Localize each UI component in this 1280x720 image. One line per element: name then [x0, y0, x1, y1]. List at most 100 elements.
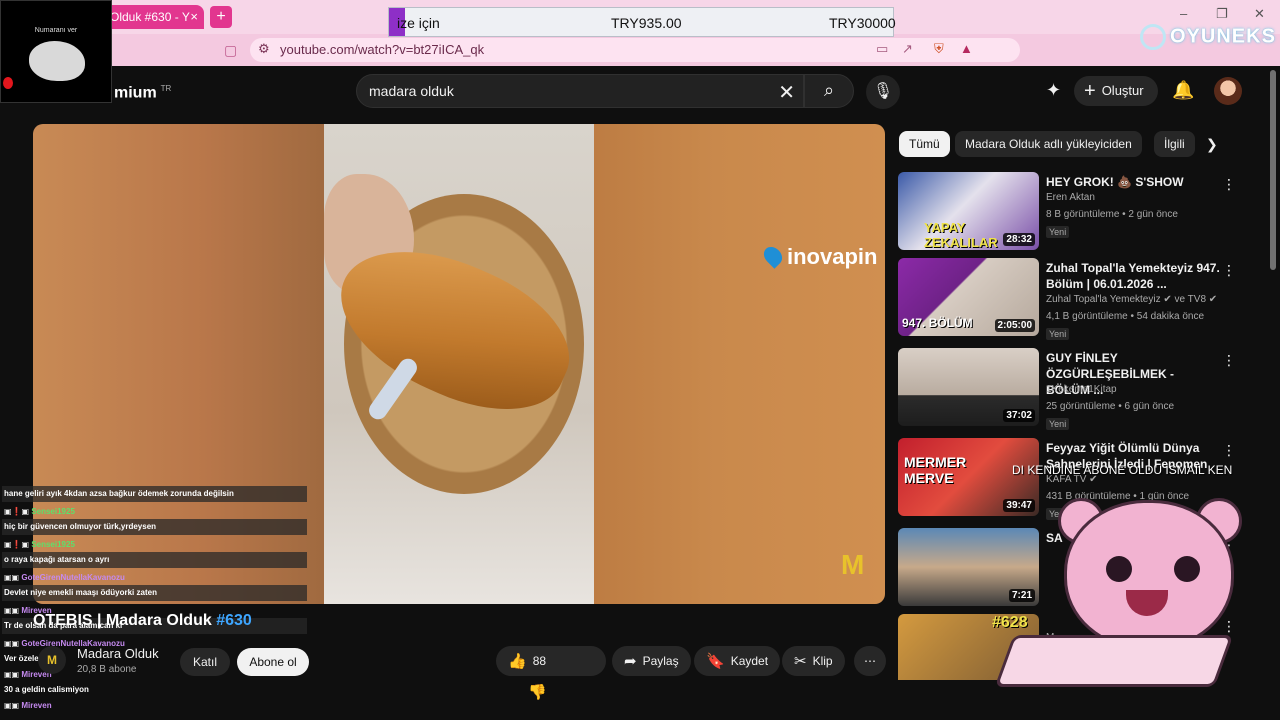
thumbnail-text: 947. BÖLÜM: [902, 316, 973, 330]
site-info-icon[interactable]: ⚙: [258, 41, 270, 57]
video-meta: 25 görüntüleme • 6 gün önce: [1046, 401, 1175, 412]
brave-shield-icon[interactable]: ⛨: [934, 41, 944, 57]
new-badge: Yeni: [1046, 226, 1070, 238]
search-input[interactable]: [369, 81, 769, 101]
chat-username: Sensei1925: [31, 539, 75, 549]
stream-alert-ticker: DI KENDINE ABONE OLDU ISMAIL KEN: [1012, 463, 1233, 477]
thumbnail-text: #628: [992, 614, 1028, 631]
share-button[interactable]: ➦ Paylaş: [612, 646, 691, 676]
webcam-label: Numaranı ver: [34, 27, 78, 34]
search-box[interactable]: ✕: [356, 74, 804, 108]
video-title[interactable]: Zuhal Topal'la Yemekteyiz 947. Bölüm | 0…: [1046, 260, 1221, 292]
price-widget: ize için TRY935.00 TRY30000: [388, 7, 896, 37]
save-label: Kaydet: [730, 654, 769, 668]
mic-icon: 🎙: [872, 83, 894, 100]
video-title[interactable]: HEY GROK! 💩 S'SHOW: [1046, 174, 1221, 190]
clip-button[interactable]: ✂ Klip: [782, 646, 845, 676]
chevron-right-icon[interactable]: ❯: [1206, 136, 1218, 153]
chat-username: Mireven: [21, 700, 52, 710]
more-vertical-icon[interactable]: ⋮: [1222, 442, 1236, 459]
webcam-overlay: Numaranı ver: [0, 0, 112, 103]
clear-search-icon[interactable]: ✕: [778, 80, 795, 105]
youtube-logo[interactable]: mium TR: [114, 84, 171, 102]
browser-tab[interactable]: Olduk #630 - Y ×: [104, 5, 204, 29]
subscribe-button[interactable]: Abone ol: [237, 648, 309, 676]
video-thumbnail[interactable]: YAPAY ZEKALILAR 28:32: [898, 172, 1039, 250]
subscriber-count: 20,8 B abone: [77, 664, 137, 675]
channel-name[interactable]: 1Kekeme1Kitap: [1046, 384, 1117, 395]
chat-message: hane geliri ayık 4kdan azsa bağkur ödeme…: [2, 486, 307, 502]
bookmark-icon[interactable]: ▢: [224, 42, 237, 59]
video-title: OTEBIS | Madara Olduk #630: [33, 612, 252, 630]
like-icon[interactable]: 👍: [508, 653, 527, 670]
close-window-icon[interactable]: ✕: [1254, 6, 1265, 22]
video-thumbnail[interactable]: MERMER MERVE 39:47: [898, 438, 1039, 516]
duration-badge: 39:47: [1003, 499, 1035, 512]
channel-name[interactable]: Zuhal Topal'la Yemekteyiz ✔ ve TV8 ✔: [1046, 294, 1217, 305]
chat-user: ▣❗▣ Sensei1925: [4, 539, 75, 549]
video-thumbnail[interactable]: 947. BÖLÜM 2:05:00: [898, 258, 1039, 336]
pin-icon: [760, 243, 786, 269]
address-bar[interactable]: ⚙ youtube.com/watch?v=bt27iICA_qk ▭ ↗ ⛨ …: [250, 38, 1020, 62]
tab-title: Olduk #630 - Y: [110, 10, 190, 24]
rewards-icon[interactable]: ▲: [960, 41, 973, 56]
more-vertical-icon[interactable]: ⋮: [1222, 262, 1236, 279]
recommended-video[interactable]: YAPAY ZEKALILAR 28:32 HEY GROK! 💩 S'SHOW…: [898, 172, 1260, 254]
oyuneks-brand-overlay: OYUNEKS: [1140, 24, 1276, 50]
more-vertical-icon[interactable]: ⋮: [1222, 352, 1236, 369]
chat-message: 30 a geldin calismiyon: [4, 685, 89, 694]
share-icon[interactable]: ↗: [902, 41, 913, 57]
notifications-bell-icon[interactable]: 🔔: [1172, 80, 1194, 101]
search-button[interactable]: ⌕: [804, 74, 854, 108]
bookmark-save-icon: 🔖: [706, 653, 725, 670]
save-button[interactable]: 🔖 Kaydet: [694, 646, 781, 676]
duration-badge: 28:32: [1003, 233, 1035, 246]
mascot-keyboard: [994, 635, 1234, 687]
youtube-header: miumTR ✕ ⌕ 🎙 ✦ + Oluştur 🔔: [0, 66, 1280, 118]
channel-name[interactable]: Eren Aktan: [1046, 192, 1095, 203]
chat-message: Devlet niye emekli maaşı ödüyorki zaten: [2, 585, 307, 601]
chat-username: GoteGirenNutellaKavanozu: [21, 572, 125, 582]
like-dislike-group: 👍 88 👎: [496, 646, 606, 701]
more-vertical-icon[interactable]: ⋮: [1222, 176, 1236, 193]
join-button[interactable]: Katıl: [180, 648, 230, 676]
account-avatar[interactable]: [1214, 77, 1242, 105]
maximize-icon[interactable]: ❐: [1216, 6, 1228, 22]
chat-user: ▣▣ Mireven: [4, 700, 52, 710]
duration-badge: 7:21: [1008, 589, 1035, 602]
create-button[interactable]: + Oluştur: [1074, 76, 1158, 106]
minimize-icon[interactable]: –: [1180, 6, 1187, 21]
like-count[interactable]: 88: [533, 654, 546, 668]
chip-from-uploader[interactable]: Madara Olduk adlı yükleyiciden: [955, 131, 1142, 157]
chip-related[interactable]: İlgili: [1154, 131, 1195, 157]
more-horizontal-icon: ⋯: [864, 654, 876, 668]
cast-icon[interactable]: ▭: [876, 41, 888, 57]
sparkle-icon[interactable]: ✦: [1046, 80, 1061, 101]
duration-badge: 2:05:00: [994, 319, 1035, 332]
channel-avatar[interactable]: M: [38, 646, 66, 674]
dislike-icon[interactable]: 👎: [528, 684, 547, 701]
tab-close-icon[interactable]: ×: [190, 5, 198, 29]
chat-user: ▣❗▣ Sensei1925: [4, 506, 75, 516]
channel-name[interactable]: Madara Olduk: [77, 646, 159, 661]
episode-hashtag[interactable]: #630: [216, 612, 252, 629]
new-tab-button[interactable]: +: [210, 6, 232, 28]
video-content: [317, 124, 594, 604]
sidebar-scrollbar[interactable]: [1270, 70, 1276, 270]
more-actions-button[interactable]: ⋯: [854, 646, 886, 676]
url-text[interactable]: youtube.com/watch?v=bt27iICA_qk: [280, 42, 484, 57]
video-thumbnail[interactable]: 37:02: [898, 348, 1039, 426]
video-meta: 8 B görüntüleme • 2 gün önce: [1046, 209, 1178, 220]
brand-text: OYUNEKS: [1170, 25, 1276, 48]
channel-watermark: M: [841, 549, 865, 580]
voice-search-button[interactable]: 🎙: [866, 75, 900, 109]
create-label: Oluştur: [1101, 83, 1144, 98]
video-thumbnail[interactable]: 7:21: [898, 528, 1039, 606]
recommended-video[interactable]: 37:02 GUY FİNLEY ÖZGÜRLEŞEBİLMEK - BÖLÜM…: [898, 348, 1260, 430]
new-badge: Yeni: [1046, 418, 1070, 430]
chat-message: o raya kapağı atarsan o ayrı: [2, 552, 307, 568]
recommended-video[interactable]: 947. BÖLÜM 2:05:00 Zuhal Topal'la Yemekt…: [898, 258, 1260, 340]
price-value-1: TRY935.00: [611, 15, 682, 31]
thumbnail-text: MERMER MERVE: [904, 454, 967, 486]
chip-all[interactable]: Tümü: [899, 131, 950, 157]
